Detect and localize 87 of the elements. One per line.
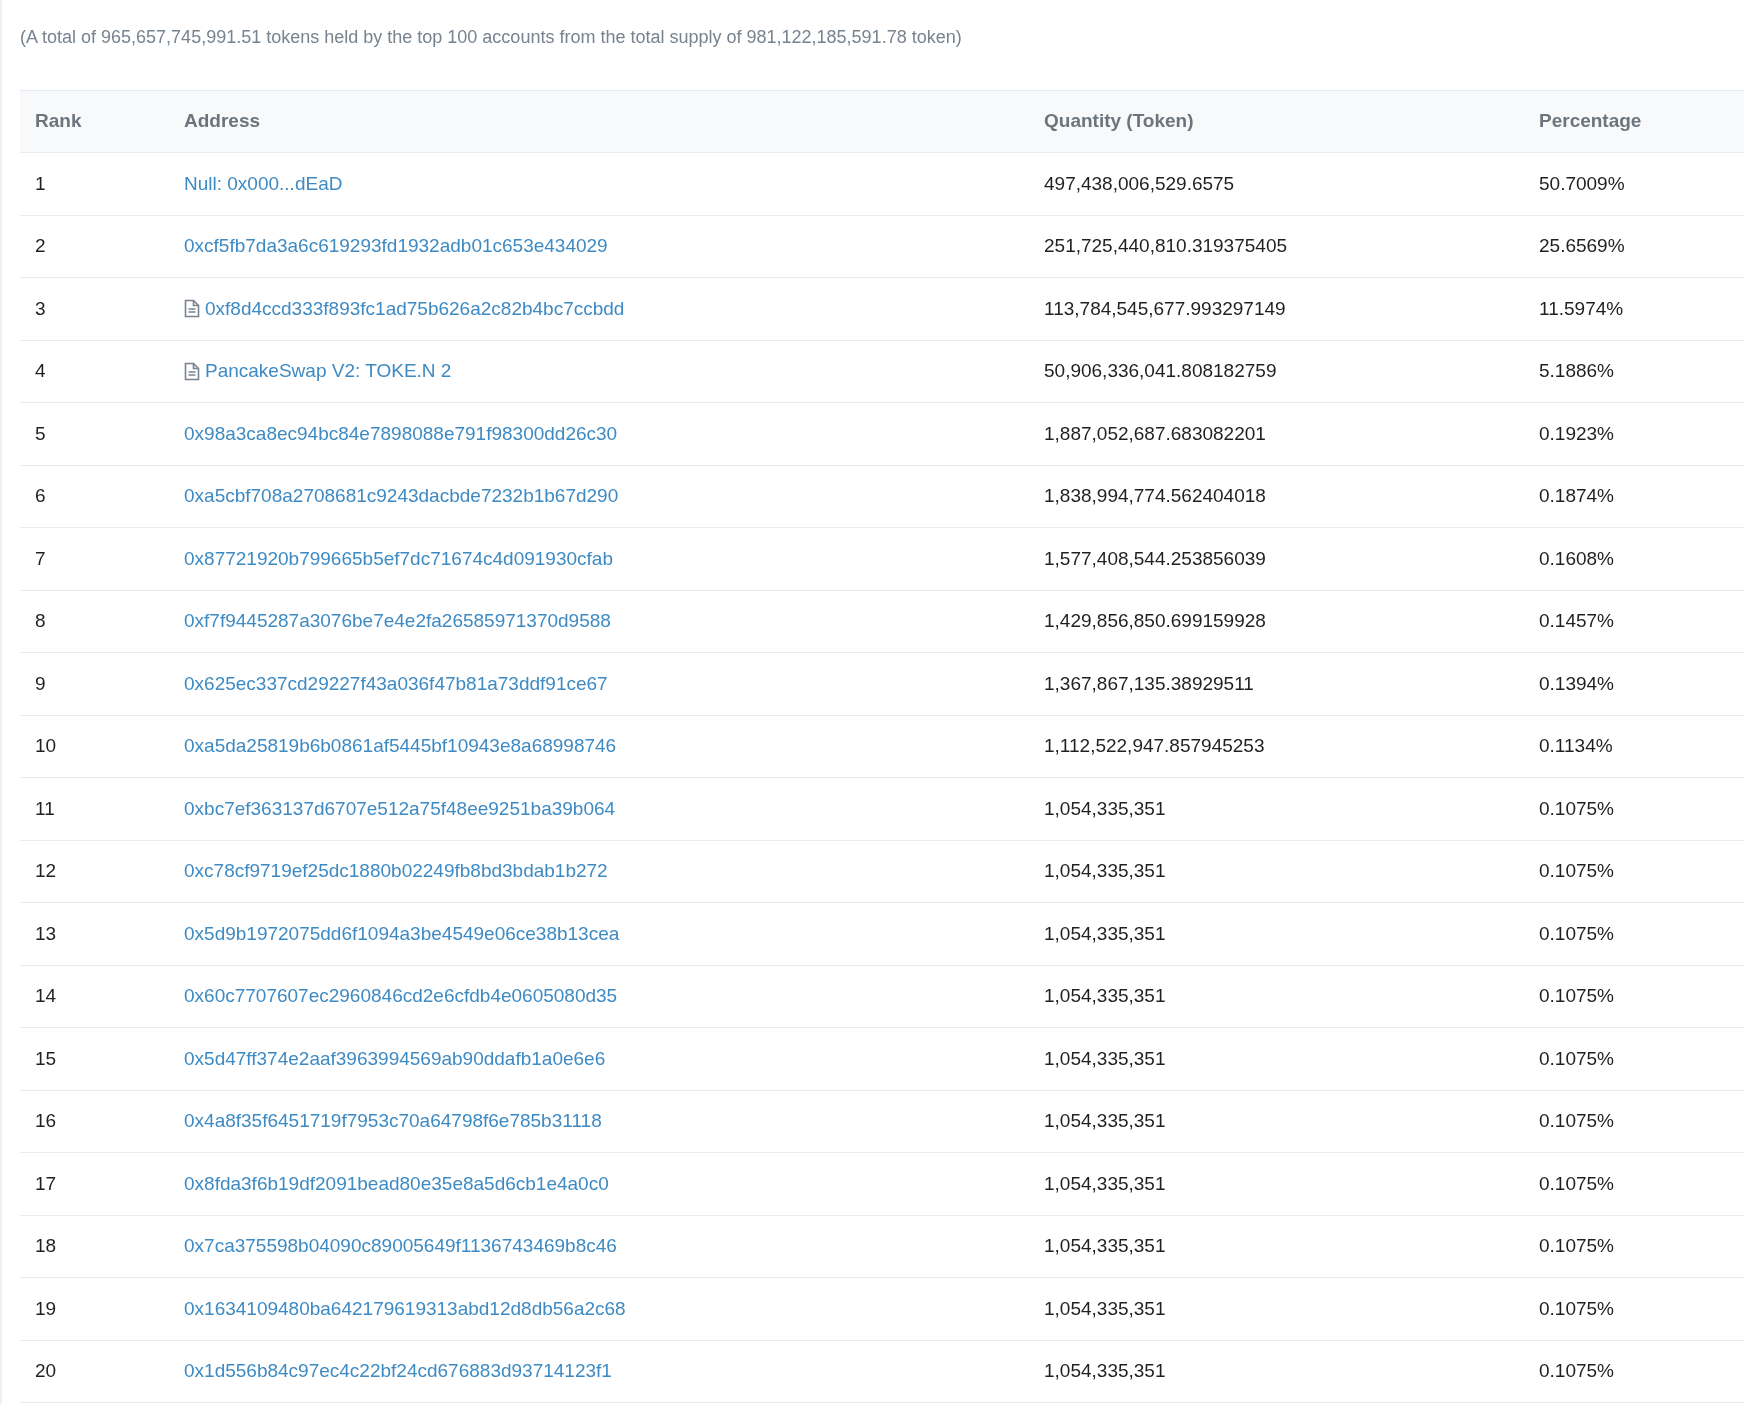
address-link[interactable]: PancakeSwap V2: TOKE.N 2	[205, 357, 452, 386]
address-link[interactable]: 0xa5da25819b6b0861af5445bf10943e8a68998746	[184, 732, 617, 761]
rank-cell: 7	[35, 547, 46, 569]
quantity-cell: 1,054,335,351	[1044, 1110, 1166, 1131]
percentage-cell: 50.7009%	[1539, 172, 1625, 194]
quantity-cell: 1,887,052,687.683082201	[1044, 422, 1266, 444]
percentage-cell: 0.1075%	[1539, 1235, 1614, 1256]
address-link[interactable]: 0x1d556b84c97ec4c22bf24cd676883d93714123f1	[184, 1357, 612, 1386]
quantity-cell: 1,429,856,850.699159928	[1044, 610, 1266, 631]
rank-cell: 15	[35, 1047, 57, 1069]
address-link[interactable]: 0x625ec337cd29227f43a036f47b81a73ddf91ce67	[184, 669, 608, 698]
quantity-cell: 1,054,335,351	[1044, 797, 1166, 819]
percentage-cell: 0.1075%	[1539, 922, 1614, 944]
quantity-cell: 251,725,440,810.319375405	[1044, 235, 1288, 256]
rank-cell: 19	[35, 1297, 57, 1319]
quantity-cell: 1,054,335,351	[1044, 1360, 1166, 1381]
percentage-cell: 0.1874%	[1539, 485, 1614, 506]
percentage-cell: 0.1608%	[1539, 547, 1614, 569]
address-link[interactable]: Null: 0x000...dEaD	[184, 169, 343, 198]
quantity-cell: 1,054,335,351	[1044, 1172, 1166, 1194]
column-header: Quantity (Token)	[1043, 109, 1195, 134]
percentage-cell: 0.1457%	[1539, 610, 1614, 631]
rank-cell: 2	[35, 235, 46, 256]
rank-cell: 14	[35, 985, 57, 1006]
document-icon	[184, 299, 200, 319]
quantity-cell: 1,054,335,351	[1044, 1047, 1166, 1069]
address-link[interactable]: 0x5d47ff374e2aaf3963994569ab90ddafb1a0e6e6	[184, 1044, 606, 1073]
quantity-cell: 497,438,006,529.6575	[1044, 172, 1235, 194]
address-link[interactable]: 0xc78cf9719ef25dc1880b02249fb8bd3bdab1b272	[184, 857, 608, 886]
percentage-cell: 0.1075%	[1539, 860, 1614, 881]
percentage-cell: 0.1134%	[1539, 735, 1613, 756]
percentage-cell: 0.1075%	[1539, 985, 1614, 1006]
address-link[interactable]: 0x5d9b1972075dd6f1094a3be4549e06ce38b13cea	[184, 919, 620, 948]
quantity-cell: 1,054,335,351	[1044, 922, 1166, 944]
address-link[interactable]: 0xbc7ef363137d6707e512a75f48ee9251ba39b064	[184, 794, 616, 823]
percentage-cell: 0.1075%	[1539, 1297, 1614, 1319]
quantity-cell: 1,054,335,351	[1044, 985, 1166, 1006]
quantity-cell: 1,112,522,947.857945253	[1044, 735, 1265, 756]
rank-cell: 17	[35, 1172, 57, 1194]
rank-cell: 9	[35, 672, 46, 694]
column-header: Address	[183, 109, 262, 134]
quantity-cell: 1,054,335,351	[1044, 860, 1166, 881]
rank-cell: 13	[35, 922, 57, 944]
rank-cell: 8	[35, 610, 46, 631]
address-link[interactable]: 0x4a8f35f6451719f7953c70a64798f6e785b31118	[184, 1107, 602, 1136]
holders-summary: (A total of 965,657,745,991.51 tokens held by the top 100 accounts from the total supply of 981,122,185,591.78 token)	[20, 26, 963, 49]
address-link[interactable]: 0xa5cbf708a2708681c9243dacbde7232b1b67d290	[184, 482, 619, 511]
address-link[interactable]: 0x98a3ca8ec94bc84e7898088e791f98300dd26c30	[184, 419, 618, 448]
quantity-cell: 1,367,867,135.38929511	[1044, 672, 1254, 694]
address-link[interactable]: 0xf8d4ccd333f893fc1ad75b626a2c82b4bc7ccbdd	[205, 294, 625, 323]
document-icon	[184, 361, 200, 381]
percentage-cell: 25.6569%	[1539, 235, 1625, 256]
percentage-cell: 0.1075%	[1539, 1110, 1614, 1131]
address-link[interactable]: 0xcf5fb7da3a6c619293fd1932adb01c653e434029	[184, 232, 608, 261]
rank-cell: 3	[35, 297, 46, 319]
quantity-cell: 1,054,335,351	[1044, 1297, 1166, 1319]
rank-cell: 12	[35, 860, 57, 881]
column-header: Rank	[34, 109, 83, 134]
percentage-cell: 0.1075%	[1539, 1360, 1614, 1381]
address-link[interactable]: 0xf7f9445287a3076be7e4e2fa26585971370d9588	[184, 607, 611, 636]
address-link[interactable]: 0x87721920b799665b5ef7dc71674c4d091930cfab	[184, 544, 613, 573]
percentage-cell: 5.1886%	[1539, 360, 1614, 381]
percentage-cell: 0.1394%	[1539, 672, 1614, 694]
quantity-cell: 1,577,408,544.253856039	[1044, 547, 1266, 569]
quantity-cell: 50,906,336,041.808182759	[1044, 360, 1277, 381]
address-link[interactable]: 0x7ca375598b04090c89005649f1136743469b8c46	[184, 1232, 617, 1261]
rank-cell: 5	[35, 422, 46, 444]
quantity-cell: 1,838,994,774.562404018	[1044, 485, 1266, 506]
rank-cell: 4	[35, 360, 46, 381]
rank-cell: 1	[35, 172, 46, 194]
percentage-cell: 0.1075%	[1539, 797, 1614, 819]
rank-cell: 18	[35, 1235, 57, 1256]
rank-cell: 10	[35, 735, 57, 756]
column-header: Percentage	[1538, 109, 1643, 134]
rank-cell: 16	[35, 1110, 57, 1131]
rank-cell: 6	[35, 485, 46, 506]
address-link[interactable]: 0x8fda3f6b19df2091bead80e35e8a5d6cb1e4a0c0	[184, 1169, 609, 1198]
percentage-cell: 0.1923%	[1539, 422, 1614, 444]
percentage-cell: 11.5974%	[1539, 297, 1624, 319]
quantity-cell: 1,054,335,351	[1044, 1235, 1166, 1256]
quantity-cell: 113,784,545,677.993297149	[1044, 297, 1286, 319]
rank-cell: 20	[35, 1360, 57, 1381]
rank-cell: 11	[35, 797, 55, 819]
percentage-cell: 0.1075%	[1539, 1047, 1614, 1069]
address-link[interactable]: 0x1634109480ba642179619313abd12d8db56a2c68	[184, 1294, 626, 1323]
percentage-cell: 0.1075%	[1539, 1172, 1614, 1194]
address-link[interactable]: 0x60c7707607ec2960846cd2e6cfdb4e0605080d35	[184, 982, 618, 1011]
